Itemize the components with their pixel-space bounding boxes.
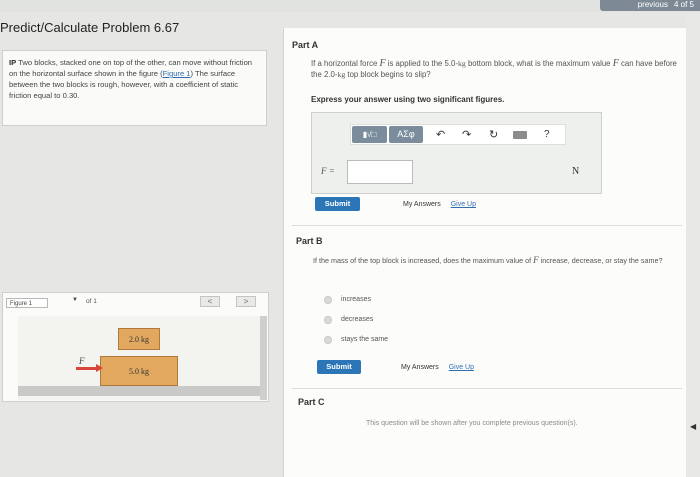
figure-prev-button[interactable]: < xyxy=(200,296,220,307)
figure-select[interactable]: Figure 1 xyxy=(6,298,48,308)
divider xyxy=(292,225,682,226)
give-up-link[interactable]: Give Up xyxy=(451,201,476,208)
answer-input[interactable] xyxy=(347,160,413,184)
page-scrollbar[interactable] xyxy=(686,12,700,477)
force-label: F xyxy=(79,356,85,366)
answer-unit: N xyxy=(572,166,580,177)
part-b-submit-button[interactable]: Submit xyxy=(317,360,361,374)
greek-symbols-button[interactable]: ΑΣφ xyxy=(389,126,423,143)
scroll-down-icon[interactable]: ◀ xyxy=(690,422,696,431)
templates-button[interactable]: ▮√□ xyxy=(352,126,387,143)
position-indicator: 4 of 5 xyxy=(673,0,694,9)
previous-link[interactable]: previous xyxy=(638,0,668,11)
part-b-question: If the mass of the top block is increase… xyxy=(313,255,688,266)
option-label[interactable]: increases xyxy=(341,296,371,303)
top-nav-bar xyxy=(0,0,700,12)
part-a-links: My Answers Give Up xyxy=(403,201,476,208)
page-title: Predict/Calculate Problem 6.67 xyxy=(0,20,180,35)
option-label[interactable]: decreases xyxy=(341,316,373,323)
part-a-instruction: Express your answer using two significan… xyxy=(311,95,505,104)
part-c-locked-note: This question will be shown after you co… xyxy=(366,420,578,427)
undo-icon[interactable]: ↶ xyxy=(436,128,445,142)
ip-tag: IP xyxy=(9,58,17,67)
figure-link[interactable]: Figure 1 xyxy=(163,69,191,78)
reset-icon[interactable]: ↻ xyxy=(489,128,498,142)
figure-scrollbar[interactable] xyxy=(260,316,267,400)
top-block: 2.0 kg xyxy=(118,328,160,350)
force-arrowhead-icon xyxy=(96,364,103,372)
floor-surface xyxy=(18,386,260,396)
part-a-submit-button[interactable]: Submit xyxy=(315,197,360,211)
part-a-question: If a horizontal force F is applied to th… xyxy=(311,58,689,80)
part-a-heading: Part A xyxy=(292,40,319,50)
radio-increases[interactable] xyxy=(324,296,332,304)
part-b-q-text: If the mass of the top block is increase… xyxy=(313,256,534,265)
problem-statement: IP Two blocks, stacked one on top of the… xyxy=(2,50,267,126)
part-b-links: My Answers Give Up xyxy=(401,364,474,371)
answer-variable-label: F = xyxy=(321,166,335,176)
part-b-heading: Part B xyxy=(296,236,323,246)
part-c-heading: Part C xyxy=(298,397,325,407)
unit-kg: kg xyxy=(457,59,466,68)
part-a-q-text: If a horizontal force xyxy=(311,59,380,68)
my-answers-link[interactable]: My Answers xyxy=(401,364,439,371)
part-a-q-text: top block begins to slip? xyxy=(345,70,431,79)
part-a-q-text: bottom block, what is the maximum value xyxy=(465,59,613,68)
radio-stays-same[interactable] xyxy=(324,336,332,344)
give-up-link[interactable]: Give Up xyxy=(449,364,474,371)
option-label[interactable]: stays the same xyxy=(341,336,388,343)
figure-next-button[interactable]: > xyxy=(236,296,256,307)
pagination-nav: previous 4 of 5 xyxy=(600,0,700,11)
chevron-down-icon[interactable]: ▼ xyxy=(72,297,78,303)
keyboard-icon[interactable] xyxy=(513,131,527,139)
part-a-q-text: is applied to the 5.0- xyxy=(385,59,458,68)
my-answers-link[interactable]: My Answers xyxy=(403,201,441,208)
figure-count: of 1 xyxy=(86,298,97,305)
redo-icon[interactable]: ↷ xyxy=(462,128,471,142)
radio-decreases[interactable] xyxy=(324,316,332,324)
part-b-q-text: increase, decrease, or stay the same? xyxy=(538,256,663,265)
bottom-block: 5.0 kg xyxy=(100,356,178,386)
divider xyxy=(292,388,682,389)
help-button[interactable]: ? xyxy=(544,128,550,142)
